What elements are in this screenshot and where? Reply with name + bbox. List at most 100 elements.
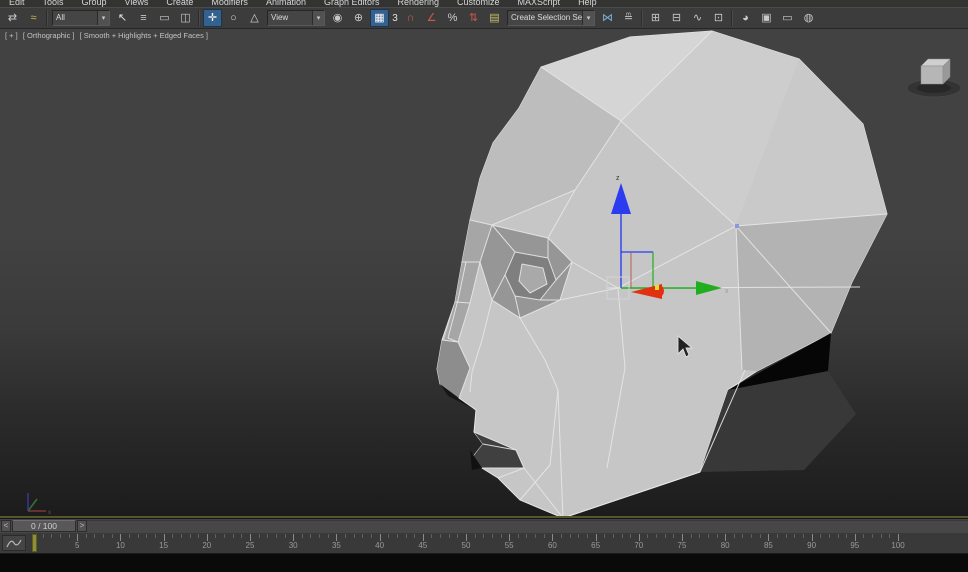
percent-snap-toggle[interactable]: % (443, 9, 462, 27)
manage-layers-button[interactable]: ⊞ (646, 9, 665, 27)
frame-label-100: 100 (891, 541, 905, 550)
ruler-tick (275, 534, 277, 538)
selection-filter-dropdown-value: All (56, 13, 65, 22)
ruler-tick (137, 534, 139, 538)
material-editor-button[interactable]: ◕ (736, 9, 755, 27)
use-pivot-point-center-button[interactable]: ◉ (328, 9, 347, 27)
window-crossing-toggle[interactable]: ◫ (176, 9, 195, 27)
ruler-tick (94, 534, 96, 538)
frame-label-75: 75 (677, 541, 687, 550)
ruler-tick (51, 534, 53, 538)
ruler-tick (111, 534, 113, 538)
ruler-tick (811, 534, 813, 541)
select-and-rotate-button[interactable]: ○ (224, 9, 243, 27)
vertex-marker[interactable] (735, 224, 739, 228)
menu-customize[interactable]: Customize (448, 0, 509, 7)
ruler-tick (414, 534, 416, 538)
select-and-link-button[interactable]: ⇄ (3, 9, 22, 27)
current-frame-marker[interactable] (32, 534, 37, 552)
viewport-pov-menu[interactable]: [ Orthographic ] (23, 31, 75, 40)
ruler-tick (206, 534, 208, 541)
menu-views[interactable]: Views (116, 0, 158, 7)
mini-curve-editor-button[interactable] (2, 535, 26, 551)
ruler-tick (898, 534, 899, 541)
scene-canvas[interactable]: zxx (0, 29, 968, 516)
rectangular-selection-region-button[interactable]: ▭ (155, 9, 174, 27)
named-selection-sets-dropdown-value: Create Selection Se (511, 13, 582, 22)
menu-edit[interactable]: Edit (0, 0, 34, 7)
edit-named-selection-sets-button[interactable]: ▤ (485, 9, 504, 27)
ruler-tick (241, 534, 243, 538)
menu-rendering[interactable]: Rendering (389, 0, 449, 7)
select-and-move-button[interactable]: ✛ (203, 9, 222, 27)
chevron-down-icon[interactable]: ▾ (582, 11, 594, 25)
menu-animation[interactable]: Animation (257, 0, 315, 7)
ruler-tick (500, 534, 502, 538)
time-slider-track[interactable] (0, 520, 968, 533)
ruler-tick (656, 534, 658, 538)
ruler-tick (733, 534, 735, 538)
reference-coordinate-system-dropdown-value: View (271, 13, 289, 22)
select-by-name-button[interactable]: ≡ (134, 9, 153, 27)
track-bar-ruler[interactable]: 5 10 15 20 25 30 35 40 45 50 55 60 65 70 75 80 85 90 95 100 (28, 533, 968, 553)
ruler-tick (68, 534, 70, 538)
named-selection-sets-dropdown[interactable]: Create Selection Se ▾ (507, 10, 595, 26)
menu-graph-editors[interactable]: Graph Editors (315, 0, 389, 7)
menu-modifiers[interactable]: Modifiers (202, 0, 257, 7)
ruler-tick (638, 534, 640, 541)
frame-label-40: 40 (375, 541, 385, 550)
reference-coordinate-system-dropdown[interactable]: View ▾ (267, 10, 325, 26)
toolbar-separator (198, 10, 200, 26)
menu-maxscript[interactable]: MAXScript (509, 0, 570, 7)
graphite-modeling-ribbon-toggle[interactable]: ⊟ (667, 9, 686, 27)
menu-create[interactable]: Create (157, 0, 202, 7)
selection-filter-dropdown[interactable]: All ▾ (52, 10, 110, 26)
spinner-snap-toggle[interactable]: ⇅ (464, 9, 483, 27)
schematic-view-button[interactable]: ⊡ (709, 9, 728, 27)
frame-label-80: 80 (720, 541, 730, 550)
angle-snap-toggle[interactable]: ∠ (422, 9, 441, 27)
track-bar[interactable]: 5 10 15 20 25 30 35 40 45 50 55 60 65 70 75 80 85 90 95 100 (0, 533, 968, 554)
mirror-button[interactable]: ⋈ (598, 9, 617, 27)
ruler-tick (682, 534, 683, 541)
frame-label-55: 55 (504, 541, 514, 550)
render-setup-button[interactable]: ▣ (757, 9, 776, 27)
ruler-tick (250, 534, 251, 541)
align-button[interactable]: ≞ (619, 9, 638, 27)
previous-frame-button[interactable]: < (1, 520, 11, 532)
viewport[interactable]: zxx [ + ] [ Orthographic ] [ Smooth + Hi… (0, 29, 968, 516)
ruler-tick (215, 534, 217, 538)
time-slider-thumb[interactable]: 0 / 100 (12, 520, 76, 532)
chevron-down-icon[interactable]: ▾ (312, 11, 324, 25)
ruler-tick (396, 534, 398, 538)
snap-toggle[interactable]: ∩ (401, 9, 420, 27)
menu-group[interactable]: Group (73, 0, 116, 7)
bind-to-space-warp-button[interactable]: ≈ (24, 9, 43, 27)
viewport-shading-menu[interactable]: [ Smooth + Highlights + Edged Faces ] (80, 31, 208, 40)
select-and-scale-button[interactable]: △ (245, 9, 264, 27)
viewport-general-menu[interactable]: [ + ] (5, 31, 18, 40)
menu-tools[interactable]: Tools (34, 0, 73, 7)
ruler-tick (284, 534, 286, 538)
frame-label-20: 20 (202, 541, 212, 550)
select-object-button[interactable]: ↖ (113, 9, 132, 27)
keyboard-shortcut-override-toggle[interactable]: ▦ (370, 9, 389, 27)
render-production-button[interactable]: ◍ (799, 9, 818, 27)
ruler-tick (310, 534, 312, 538)
ruler-tick (535, 534, 537, 538)
ruler-tick (336, 534, 338, 541)
ruler-tick (370, 534, 372, 538)
viewcube-front-face[interactable] (920, 65, 944, 85)
toolbar-separator (641, 10, 643, 26)
chevron-down-icon[interactable]: ▾ (97, 11, 109, 25)
next-frame-button[interactable]: > (77, 520, 87, 532)
select-and-manipulate-button[interactable]: ⊕ (349, 9, 368, 27)
ruler-tick (673, 534, 675, 538)
rendered-frame-window-button[interactable]: ▭ (778, 9, 797, 27)
ruler-tick (630, 534, 632, 538)
menu-help[interactable]: Help (569, 0, 606, 7)
ruler-tick (820, 534, 822, 538)
frame-label-25: 25 (245, 541, 255, 550)
ruler-tick (785, 534, 787, 538)
curve-editor-button[interactable]: ∿ (688, 9, 707, 27)
